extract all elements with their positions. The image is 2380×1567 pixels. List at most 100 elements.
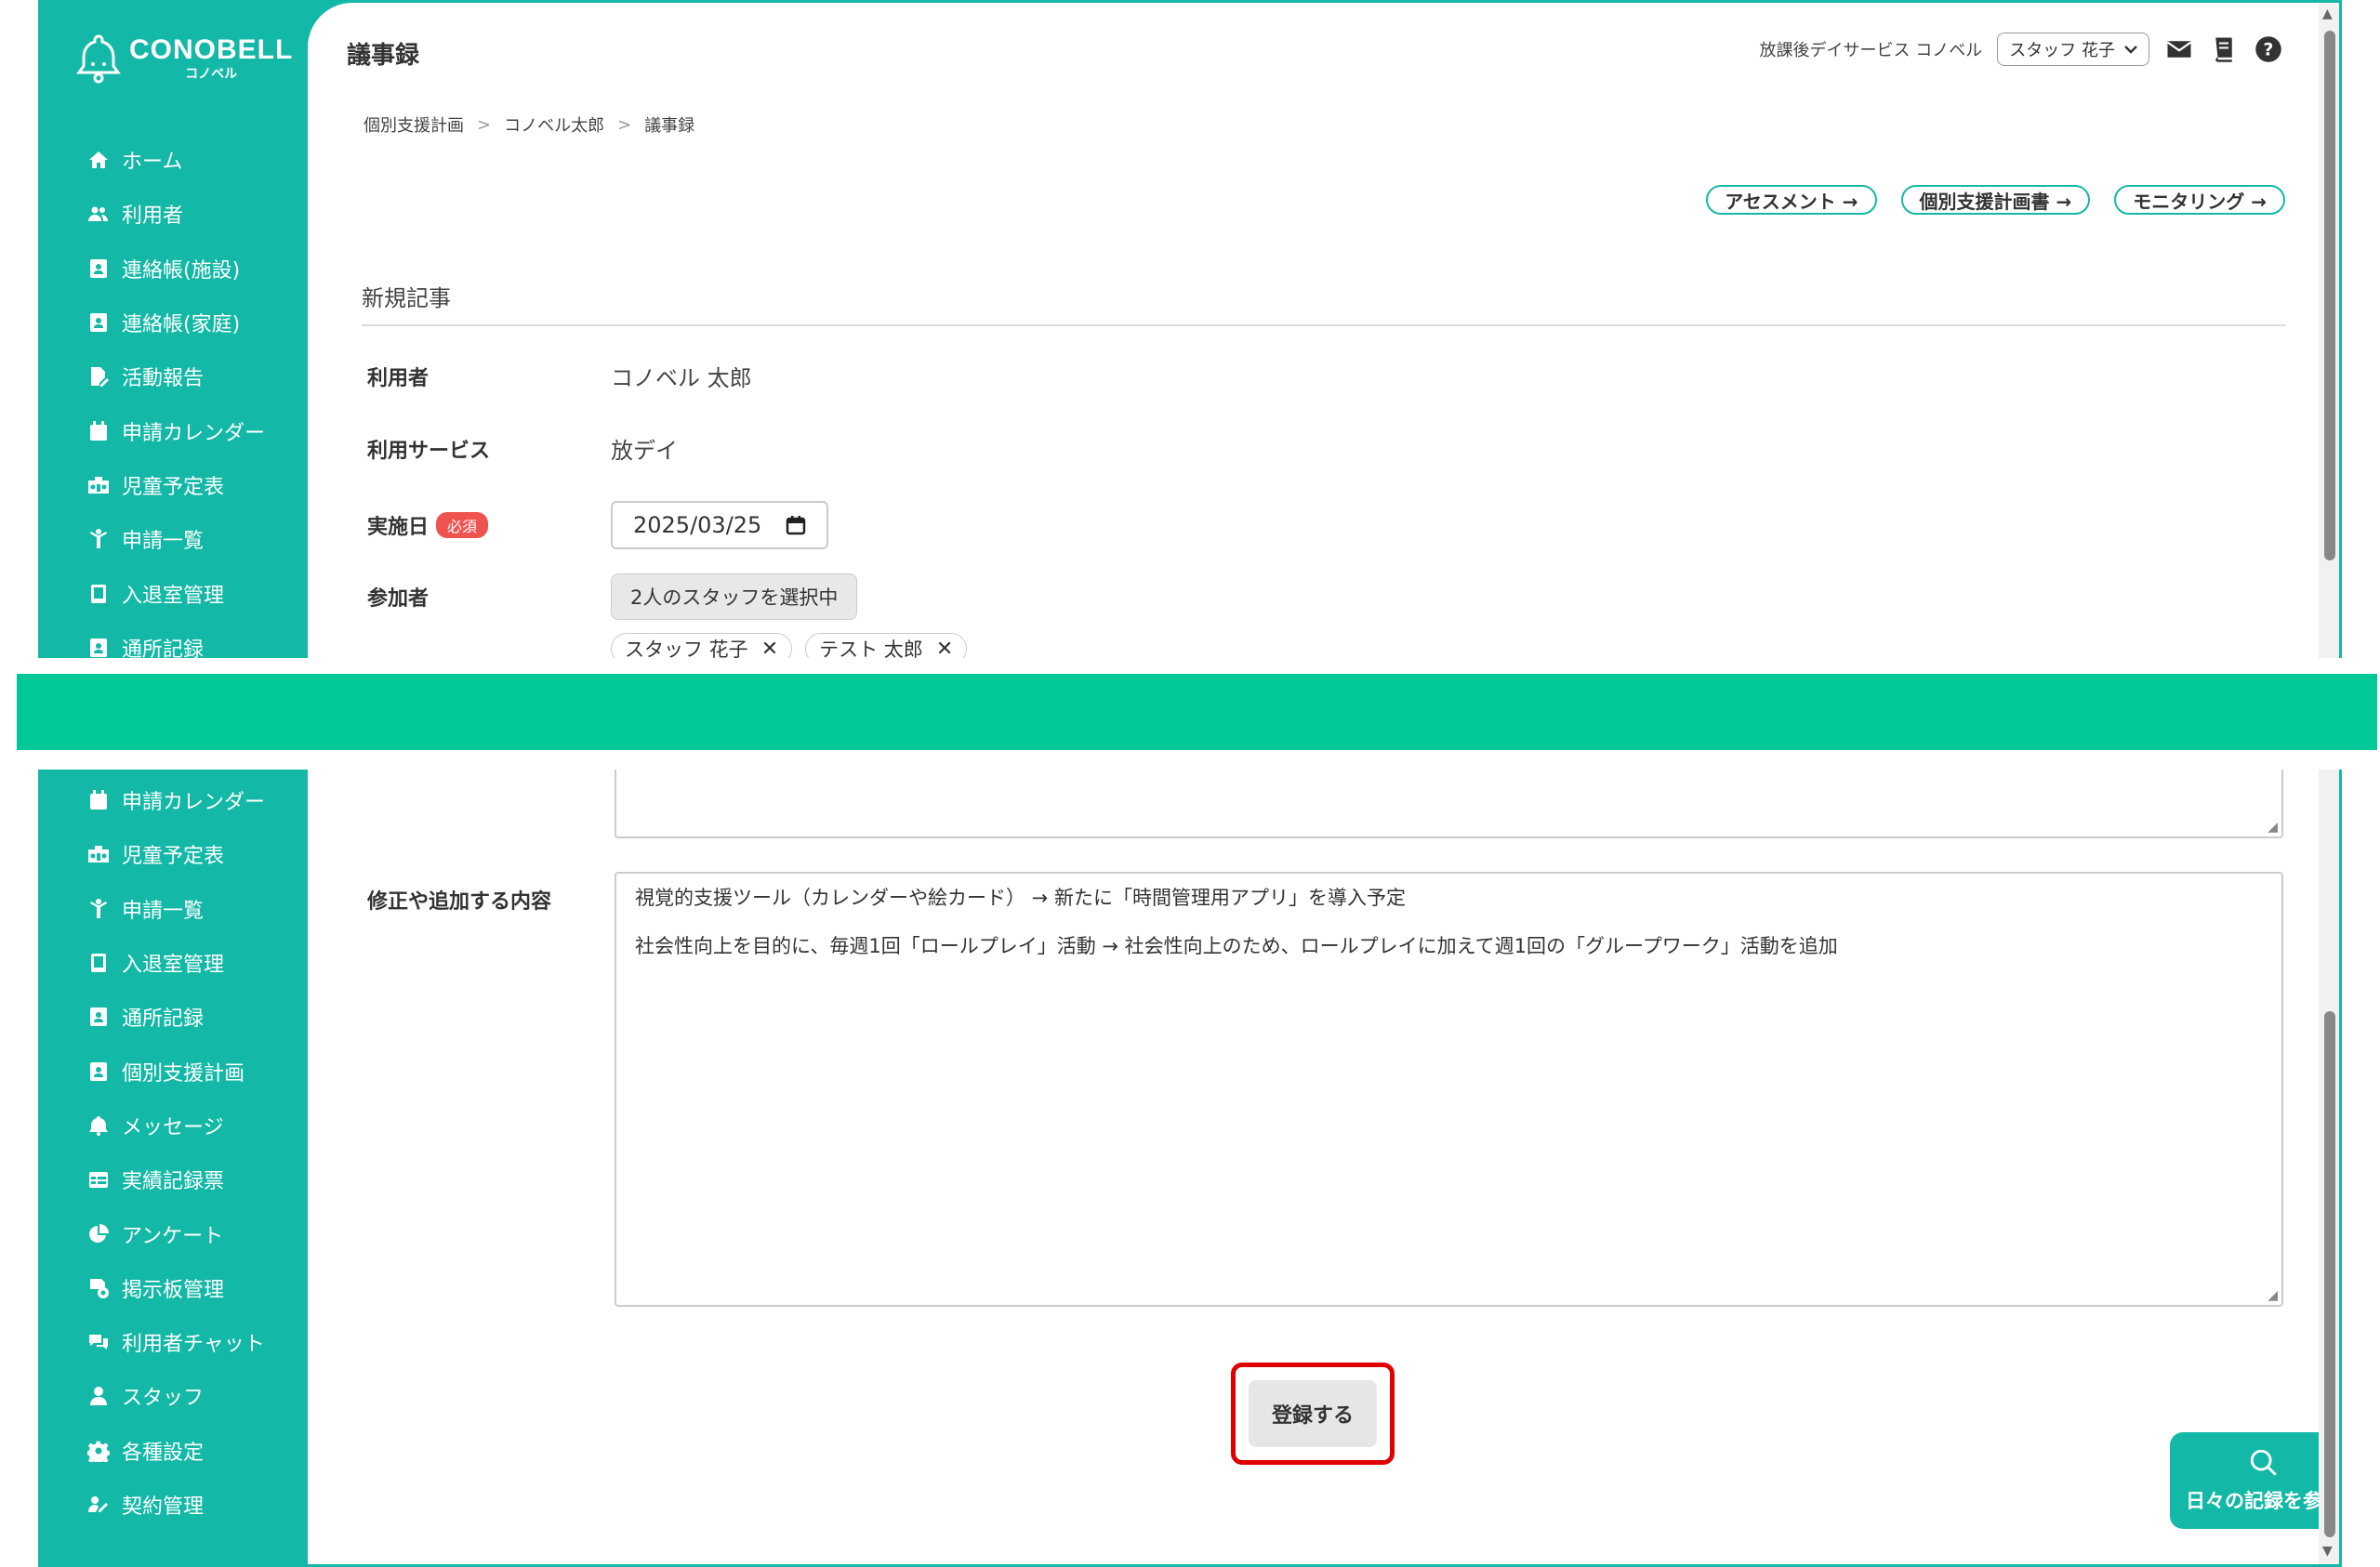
breadcrumb-item: 議事録	[644, 116, 695, 136]
sidebar-item-label: 活動報告	[122, 367, 205, 391]
breadcrumb-item[interactable]: 個別支援計画	[364, 112, 464, 137]
brand-name: CONOBELL	[129, 34, 294, 65]
sidebar-nav-top: ホーム 利用者連絡帳(施設) 連絡帳(家庭) 活動報告申請カレンダー 児童予定表申請一覧…	[86, 133, 265, 658]
sidebar-item[interactable]: 実績記録票	[86, 1152, 265, 1206]
sidebar-item[interactable]: 児童予定表	[86, 458, 265, 512]
sidebar-item[interactable]: スタッフ	[86, 1369, 265, 1423]
sidebar-item[interactable]: 児童予定表	[86, 827, 265, 881]
sidebar-item[interactable]: 連絡帳(家庭)	[86, 296, 265, 349]
sidebar-item-label: 児童予定表	[122, 475, 225, 499]
sidebar-item-label: 実績記録票	[122, 1170, 225, 1194]
sidebar-item[interactable]: メッセージ	[86, 1099, 265, 1152]
sidebar-item[interactable]: 申請一覧	[86, 512, 265, 566]
date-input[interactable]: 2025/03/25	[611, 501, 828, 549]
previous-textarea[interactable]: ◢	[615, 770, 2283, 838]
user-row: 利用者 コノベル 太郎	[367, 360, 752, 392]
sidebar-item[interactable]: 連絡帳(施設)	[86, 242, 265, 296]
sidebar-item-label: 申請カレンダー	[122, 421, 266, 445]
mail-icon[interactable]	[2164, 34, 2194, 64]
staff-select[interactable]: スタッフ 花子	[1997, 33, 2149, 66]
sidebar-item-label: 入退室管理	[122, 954, 225, 978]
breadcrumb-item[interactable]: コノベル太郎	[504, 112, 604, 137]
sidebar-item-label: メッセージ	[122, 1115, 224, 1139]
breadcrumb-separator-icon: >	[477, 114, 492, 135]
resize-grip-icon[interactable]: ◢	[2268, 820, 2278, 835]
staff-select-value: スタッフ 花子	[2009, 41, 2115, 60]
monitoring-link-button[interactable]: モニタリング →	[2114, 185, 2285, 215]
sidebar-item[interactable]: 利用者	[86, 187, 265, 241]
scrollbar[interactable]: ▲	[2319, 3, 2339, 658]
sidebar-item[interactable]: 通所記録	[86, 990, 265, 1044]
sidebar-item[interactable]: 入退室管理	[86, 566, 265, 620]
service-row: 利用サービス 放デイ	[367, 432, 678, 465]
page-title: 議事録	[347, 42, 420, 70]
app-logo[interactable]: CONOBELL コノベル	[75, 33, 293, 85]
report-edit-icon	[86, 364, 111, 388]
main-content: 議事録 放課後デイサービス コノベル スタッフ 花子 ? 個別支援計画 > コノ…	[308, 3, 2339, 658]
manual-book-icon[interactable]	[2209, 34, 2239, 64]
breadcrumb-separator-icon: >	[617, 114, 632, 135]
pie-chart-icon	[86, 1222, 111, 1246]
home-icon	[86, 148, 111, 172]
sidebar-item-label: 通所記録	[122, 1007, 205, 1032]
calendar-icon[interactable]	[786, 515, 806, 535]
sidebar-item[interactable]: ホーム	[86, 133, 265, 187]
help-icon[interactable]: ?	[2254, 34, 2283, 64]
participant-chips: スタッフ 花子 ✕ テスト 太郎 ✕	[611, 633, 968, 659]
sidebar-item[interactable]: 掲示板管理	[86, 1261, 265, 1315]
child-icon	[86, 527, 111, 551]
sidebar-item[interactable]: 契約管理	[86, 1478, 265, 1532]
submit-button[interactable]: 登録する	[1249, 1380, 1377, 1447]
separator-band	[17, 674, 2377, 750]
top-screen-panel: CONOBELL コノベル ホーム 利用者連絡帳(施設) 連絡帳(家庭) 活動報告申請…	[38, 0, 2342, 658]
scroll-down-icon[interactable]: ▼	[2322, 1544, 2333, 1559]
sidebar-item[interactable]: 申請一覧	[86, 882, 265, 936]
sidebar-item[interactable]: 通所記録	[86, 621, 265, 658]
participant-chip: テスト 太郎 ✕	[805, 633, 968, 659]
sidebar-item-label: 入退室管理	[122, 584, 225, 608]
date-row: 実施日 必須 2025/03/25	[367, 501, 828, 549]
svg-text:?: ?	[2264, 40, 2274, 59]
date-input-value: 2025/03/25	[633, 512, 762, 538]
sidebar-item-label: 連絡帳(施設)	[122, 258, 241, 283]
resize-grip-icon[interactable]: ◢	[2268, 1288, 2278, 1303]
scrollbar[interactable]: ▼	[2319, 770, 2339, 1564]
required-badge: 必須	[436, 512, 489, 538]
brand-sub: コノベル	[185, 67, 238, 82]
sidebar-item-label: 通所記録	[122, 638, 205, 658]
contact-book-icon	[86, 636, 111, 658]
contract-icon	[86, 1493, 111, 1517]
sidebar-item[interactable]: 個別支援計画	[86, 1044, 265, 1098]
assessment-link-button[interactable]: アセスメント →	[1706, 185, 1877, 215]
support-plan-link-button[interactable]: 個別支援計画書 →	[1900, 185, 2091, 215]
contact-book-icon	[86, 1060, 111, 1084]
service-label: 利用サービス	[367, 439, 491, 463]
sidebar-item[interactable]: 申請カレンダー	[86, 403, 265, 457]
sidebar-item-label: 個別支援計画	[122, 1061, 245, 1086]
search-icon	[2250, 1449, 2277, 1476]
sidebar-item[interactable]: 利用者チャット	[86, 1315, 265, 1369]
remove-icon[interactable]: ✕	[936, 638, 953, 659]
daily-records-button[interactable]: 日々の記録を参照	[2170, 1432, 2339, 1529]
remove-icon[interactable]: ✕	[761, 638, 778, 659]
bell-icon	[86, 1113, 111, 1138]
breadcrumb: 個別支援計画 > コノベル太郎 > 議事録	[364, 112, 694, 137]
sidebar-item[interactable]: 各種設定	[86, 1424, 265, 1478]
sidebar: CONOBELL コノベル ホーム 利用者連絡帳(施設) 連絡帳(家庭) 活動報告申請…	[38, 3, 308, 658]
main-content: ◢ 修正や追加する内容 視覚的支援ツール（カレンダーや絵カード） → 新たに「時…	[308, 770, 2339, 1564]
sidebar-item[interactable]: アンケート	[86, 1206, 265, 1260]
sidebar-item[interactable]: 申請カレンダー	[86, 773, 265, 827]
changes-textarea[interactable]: 視覚的支援ツール（カレンダーや絵カード） → 新たに「時間管理用アプリ」を導入予…	[615, 872, 2283, 1307]
sidebar-item[interactable]: 入退室管理	[86, 936, 265, 990]
tablet-icon	[86, 951, 111, 975]
participant-name: スタッフ 花子	[625, 639, 748, 658]
sidebar-item-label: 掲示板管理	[122, 1278, 225, 1302]
staff-select-button[interactable]: 2人のスタッフを選択中	[611, 573, 858, 620]
contact-book-icon	[86, 1005, 111, 1029]
sidebar-item[interactable]: 活動報告	[86, 349, 265, 403]
scrollbar-thumb[interactable]	[2324, 1011, 2335, 1537]
sidebar-item-label: 各種設定	[122, 1441, 205, 1465]
scrollbar-thumb[interactable]	[2324, 31, 2335, 560]
scroll-up-icon[interactable]: ▲	[2322, 7, 2333, 21]
participants-label: 参加者	[367, 587, 430, 611]
